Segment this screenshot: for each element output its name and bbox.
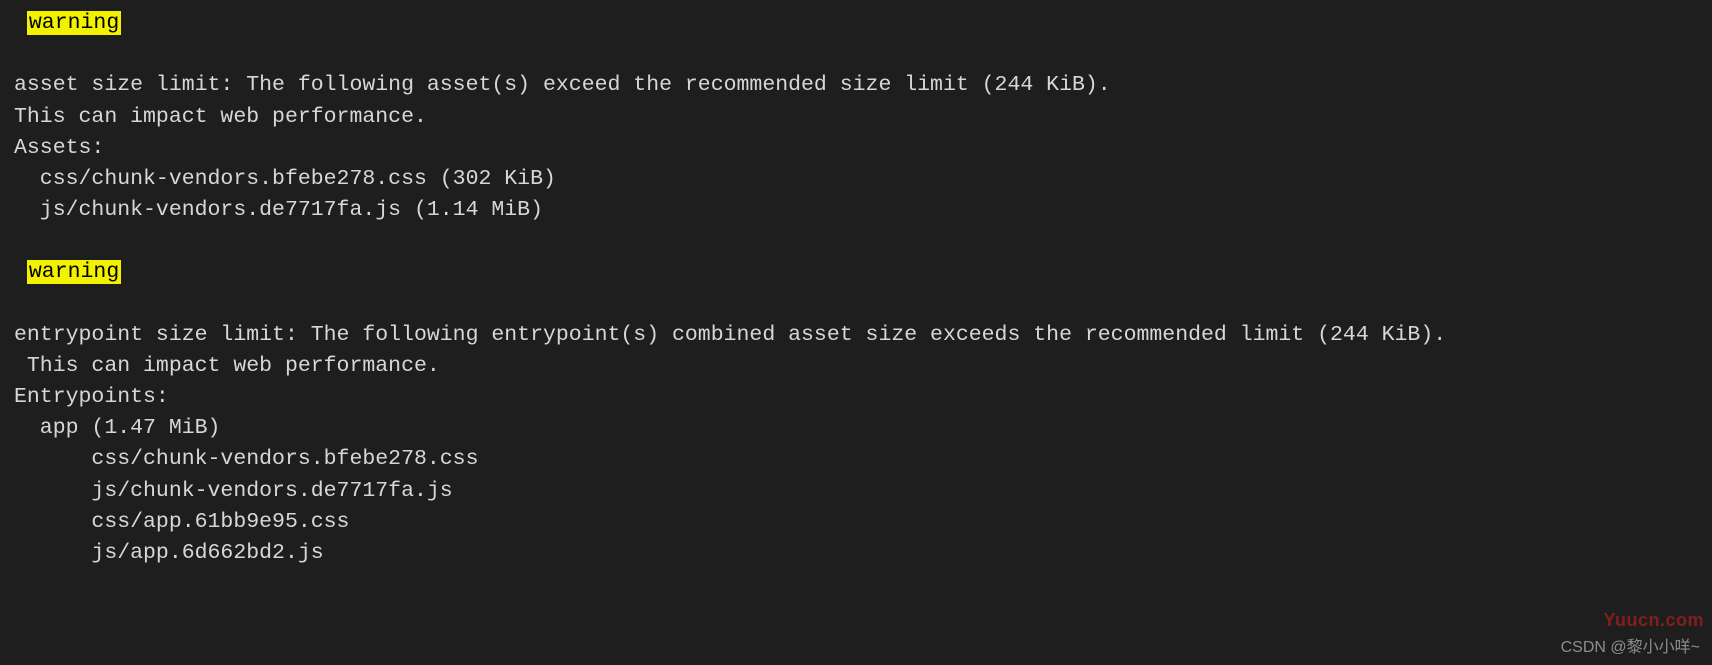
warning-line: css/chunk-vendors.bfebe278.css (302 KiB) bbox=[14, 167, 556, 191]
warning-line: js/app.6d662bd2.js bbox=[14, 541, 324, 565]
warning-line: Assets: bbox=[14, 136, 104, 160]
warning-line: Entrypoints: bbox=[14, 385, 169, 409]
warning-line: js/chunk-vendors.de7717fa.js (1.14 MiB) bbox=[14, 198, 543, 222]
warning-line: css/chunk-vendors.bfebe278.css bbox=[14, 447, 478, 471]
warning-line: css/app.61bb9e95.css bbox=[14, 510, 349, 534]
warning-line: This can impact web performance. bbox=[14, 105, 427, 129]
warning-line: app (1.47 MiB) bbox=[14, 416, 220, 440]
terminal-output: warning asset size limit: The following … bbox=[0, 0, 1712, 569]
warning-tag: warning bbox=[27, 11, 121, 35]
watermark-text: Yuucn.com bbox=[1603, 607, 1704, 633]
credit-text: CSDN @黎小小咩~ bbox=[1561, 636, 1700, 659]
warning-line: entrypoint size limit: The following ent… bbox=[14, 323, 1446, 347]
warning-line: asset size limit: The following asset(s)… bbox=[14, 73, 1111, 97]
warning-line: This can impact web performance. bbox=[14, 354, 440, 378]
warning-tag: warning bbox=[27, 260, 121, 284]
warning-line: js/chunk-vendors.de7717fa.js bbox=[14, 479, 453, 503]
